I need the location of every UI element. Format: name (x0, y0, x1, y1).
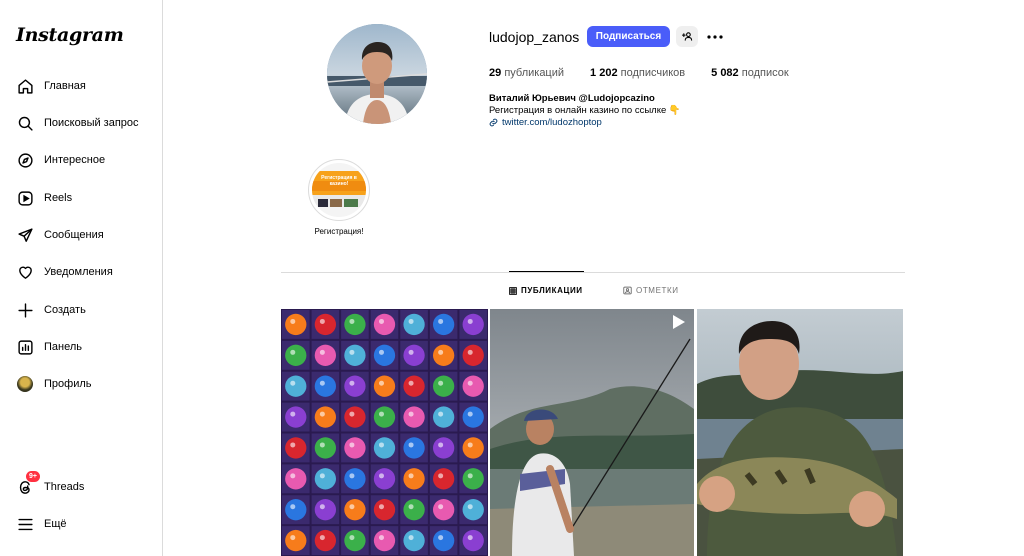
more-dots-icon (707, 34, 723, 39)
post-thumbnail[interactable] (281, 309, 488, 556)
tab-posts-label: ПУБЛИКАЦИИ (521, 286, 583, 295)
posts-stat[interactable]: 29 публикаций (489, 67, 564, 79)
sidebar-item-explore[interactable]: Интересное (8, 143, 156, 177)
profile-full-name: Виталий Юрьевич @Ludojopcazino (489, 93, 655, 104)
sidebar-item-label: Создать (44, 304, 86, 316)
sidebar-item-create[interactable]: Создать (8, 293, 156, 327)
tagged-icon (623, 286, 632, 295)
home-icon (16, 77, 34, 95)
sidebar-item-label: Поисковый запрос (44, 117, 139, 129)
story-highlight[interactable]: Регистрация в казино! (308, 159, 370, 221)
tab-tagged[interactable]: ОТМЕТКИ (623, 286, 679, 295)
fish-catch-image (697, 309, 903, 556)
reel-icon (674, 313, 690, 329)
followers-stat[interactable]: 1 202 подписчиков (590, 67, 685, 79)
profile-stats: 29 публикаций 1 202 подписчиков 5 082 по… (489, 67, 815, 79)
tab-tagged-label: ОТМЕТКИ (636, 286, 679, 295)
post-thumbnail[interactable] (490, 309, 694, 556)
add-user-icon (681, 32, 692, 41)
followers-count: 1 202 (590, 67, 618, 79)
avatar (17, 376, 33, 392)
sidebar-item-label: Сообщения (44, 229, 104, 241)
notification-badge: 9+ (26, 471, 40, 482)
link-icon (489, 118, 498, 127)
compass-icon (16, 151, 34, 169)
sidebar-item-reels[interactable]: Reels (8, 181, 156, 215)
profile-link-text: twitter.com/ludozhoptop (502, 117, 602, 128)
reels-icon (16, 189, 34, 207)
fishing-image (490, 309, 694, 556)
slot-game-image (281, 309, 488, 556)
sidebar-item-messages[interactable]: Сообщения (8, 218, 156, 252)
sidebar-item-label: Профиль (44, 378, 92, 390)
following-stat[interactable]: 5 082 подписок (711, 67, 789, 79)
sidebar-item-dashboard[interactable]: Панель (8, 330, 156, 364)
instagram-logo[interactable]: Instagram (16, 24, 124, 46)
dashboard-icon (16, 338, 34, 356)
highlight-cover-text: Регистрация в казино! (321, 175, 357, 187)
messages-icon (16, 226, 34, 244)
suggest-users-button[interactable] (676, 26, 698, 47)
profile-avatar[interactable] (327, 24, 427, 124)
followers-unit: подписчиков (620, 67, 686, 79)
tab-posts[interactable]: ПУБЛИКАЦИИ (509, 286, 583, 295)
grid-icon (509, 286, 517, 295)
following-unit: подписок (741, 67, 789, 79)
sidebar-item-label: Ещё (44, 518, 67, 530)
profile-link[interactable]: twitter.com/ludozhoptop (489, 117, 602, 128)
sidebar-item-label: Главная (44, 80, 86, 92)
profile-bio: Регистрация в онлайн казино по ссылке 👇 (489, 105, 681, 116)
posts-count: 29 (489, 67, 502, 79)
sidebar-item-label: Уведомления (44, 266, 113, 278)
menu-icon (16, 515, 34, 533)
post-thumbnail[interactable] (697, 309, 903, 556)
heart-icon (16, 263, 34, 281)
follow-button[interactable]: Подписаться (587, 26, 670, 47)
highlight-cover: Регистрация в казино! (312, 163, 366, 217)
sidebar-item-search[interactable]: Поисковый запрос (8, 106, 156, 140)
highlight-label: Регистрация! (314, 227, 364, 236)
tabs-divider (281, 272, 905, 273)
sidebar-item-notifications[interactable]: Уведомления (8, 255, 156, 289)
sidebar-item-profile[interactable]: Профиль (8, 367, 156, 401)
profile-username: ludojop_zanos (489, 29, 580, 45)
plus-icon (16, 301, 34, 319)
more-options-button[interactable] (704, 26, 726, 47)
threads-icon: 9+ (16, 471, 40, 496)
sidebar-item-threads[interactable]: 9+ Threads (8, 470, 156, 504)
sidebar-item-home[interactable]: Главная (8, 69, 156, 103)
sidebar-item-label: Reels (44, 192, 73, 204)
sidebar-item-more[interactable]: Ещё (8, 507, 156, 541)
sidebar-item-label: Панель (44, 341, 83, 353)
following-count: 5 082 (711, 67, 739, 79)
active-tab-indicator (509, 271, 584, 272)
sidebar-item-label: Threads (44, 481, 85, 493)
profile-avatar-slot (16, 375, 34, 393)
sidebar-item-label: Интересное (44, 154, 106, 166)
posts-unit: публикаций (504, 67, 565, 79)
sidebar: Instagram Главная Поисковый запрос Интер… (0, 0, 163, 556)
search-icon (16, 114, 34, 132)
